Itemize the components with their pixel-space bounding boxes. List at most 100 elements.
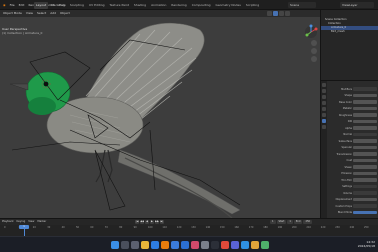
start-frame-field[interactable]: 1	[287, 220, 293, 224]
render-tab-icon[interactable]	[322, 89, 326, 93]
prev-keyframe-button[interactable]: ◀◀	[140, 220, 144, 224]
misc-icon[interactable]	[261, 241, 269, 249]
tab-animation[interactable]: Animation	[149, 2, 168, 9]
playback-menu[interactable]: Playback	[2, 220, 14, 223]
navigation-gizmo[interactable]	[300, 24, 320, 54]
marker-menu[interactable]: Marker	[37, 220, 46, 223]
menu-edit[interactable]: Edit	[19, 3, 25, 8]
blender-icon[interactable]	[161, 241, 169, 249]
code-icon[interactable]	[241, 241, 249, 249]
jump-start-button[interactable]: |◀	[135, 220, 139, 224]
property-field[interactable]	[353, 145, 377, 150]
property-field[interactable]	[353, 152, 377, 156]
view-layer-selector[interactable]: ViewLayer	[340, 2, 374, 8]
next-keyframe-button[interactable]: ▶▶	[155, 220, 159, 224]
windows-logo-icon[interactable]	[111, 241, 119, 249]
object-tab-icon[interactable]	[322, 107, 326, 111]
photos-icon[interactable]	[191, 241, 199, 249]
texture-tab-icon[interactable]	[322, 125, 326, 129]
frame-tick: 230	[335, 226, 340, 229]
files-icon[interactable]	[251, 241, 259, 249]
tab-layout[interactable]: Layout	[34, 2, 49, 9]
properties-tabs	[321, 81, 327, 225]
tab-texture-paint[interactable]: Texture Paint	[108, 2, 131, 9]
property-field[interactable]	[353, 87, 377, 91]
property-field[interactable]	[353, 184, 377, 189]
store-icon[interactable]	[171, 241, 179, 249]
frame-tick: 60	[90, 226, 94, 229]
end-frame-field[interactable]: 250	[303, 220, 313, 224]
tab-uv-editing[interactable]: UV Editing	[87, 2, 107, 9]
timeline-view-menu[interactable]: View	[28, 220, 34, 223]
playhead-frame[interactable]: 1	[19, 225, 29, 229]
tab-compositing[interactable]: Compositing	[190, 2, 213, 9]
3d-viewport[interactable]: Object Mode View Select Add Object User …	[0, 10, 320, 218]
current-frame-field[interactable]: 1	[270, 220, 276, 224]
output-tab-icon[interactable]	[322, 95, 326, 99]
tab-modeling[interactable]: Modeling	[49, 2, 67, 9]
mail-icon[interactable]	[181, 241, 189, 249]
play-reverse-button[interactable]: ◀	[145, 220, 149, 224]
property-field[interactable]	[353, 197, 377, 202]
timeline-header: Playback Keying View Marker |◀ ◀◀ ◀ ▶ ▶▶…	[0, 219, 378, 225]
blender-logo-icon[interactable]: ◉	[3, 3, 6, 8]
property-field[interactable]	[353, 158, 377, 163]
tab-rendering[interactable]: Rendering	[169, 2, 188, 9]
property-field[interactable]	[353, 165, 377, 169]
tab-shading[interactable]: Shading	[132, 2, 148, 9]
chat-icon[interactable]	[231, 241, 239, 249]
workspace-tabs: Layout Modeling Sculpting UV Editing Tex…	[34, 2, 261, 9]
property-row: IOR	[329, 119, 377, 124]
bird-model[interactable]	[0, 10, 320, 218]
property-field[interactable]	[353, 171, 377, 176]
jump-end-button[interactable]: ▶|	[160, 220, 164, 224]
tab-scripting[interactable]: Scripting	[244, 2, 261, 9]
task-view-icon[interactable]	[131, 241, 139, 249]
camera-view-icon[interactable]	[311, 56, 317, 62]
property-field[interactable]	[353, 191, 377, 195]
browser-icon[interactable]	[151, 241, 159, 249]
tool-tab-icon[interactable]	[322, 83, 326, 87]
property-field[interactable]	[353, 119, 377, 124]
play-button[interactable]: ▶	[150, 220, 154, 224]
property-row: Subsurface	[329, 139, 377, 143]
property-field[interactable]	[353, 204, 377, 208]
tab-sculpting[interactable]: Sculpting	[68, 2, 86, 9]
menu-file[interactable]: File	[10, 3, 15, 8]
property-row: Specular	[329, 145, 377, 150]
property-field[interactable]	[353, 126, 377, 130]
tab-geometry-nodes[interactable]: Geometry Nodes	[214, 2, 243, 9]
property-row: Volume	[329, 191, 377, 195]
frame-tick: 140	[205, 226, 211, 229]
property-field[interactable]	[353, 93, 377, 98]
property-row: Thin Film	[329, 178, 377, 182]
explorer-icon[interactable]	[141, 241, 149, 249]
property-field[interactable]	[353, 210, 377, 215]
music-icon[interactable]	[221, 241, 229, 249]
zoom-icon[interactable]	[311, 40, 317, 46]
property-field[interactable]	[353, 178, 377, 182]
scene-tab-icon[interactable]	[322, 101, 326, 105]
clock-date[interactable]: 2024/05/18	[358, 244, 375, 248]
property-field[interactable]	[353, 132, 377, 137]
terminal-icon[interactable]	[211, 241, 219, 249]
settings-icon[interactable]	[201, 241, 209, 249]
frame-tick: 50	[76, 226, 80, 229]
outliner-panel: Scene Collection Collection Armature_0 B…	[320, 10, 378, 80]
keying-menu[interactable]: Keying	[17, 220, 26, 223]
material-tab-icon[interactable]	[322, 119, 326, 123]
property-field[interactable]	[353, 113, 377, 117]
search-icon[interactable]	[121, 241, 129, 249]
property-field[interactable]	[353, 100, 377, 104]
timeline-ruler[interactable]: 0102030405060708090100110120130140150160…	[0, 226, 378, 231]
property-field[interactable]	[353, 139, 377, 143]
frame-tick: 80	[119, 226, 123, 229]
frame-tick: 210	[306, 226, 311, 229]
property-label: Sheen	[344, 165, 353, 169]
pan-icon[interactable]	[311, 48, 317, 54]
property-field[interactable]	[353, 106, 377, 111]
outliner-item-bird-mesh[interactable]: Bird_mesh	[321, 30, 378, 34]
frame-tick: 70	[104, 226, 108, 229]
modifier-tab-icon[interactable]	[322, 113, 326, 117]
scene-selector[interactable]: Scene	[288, 2, 316, 8]
